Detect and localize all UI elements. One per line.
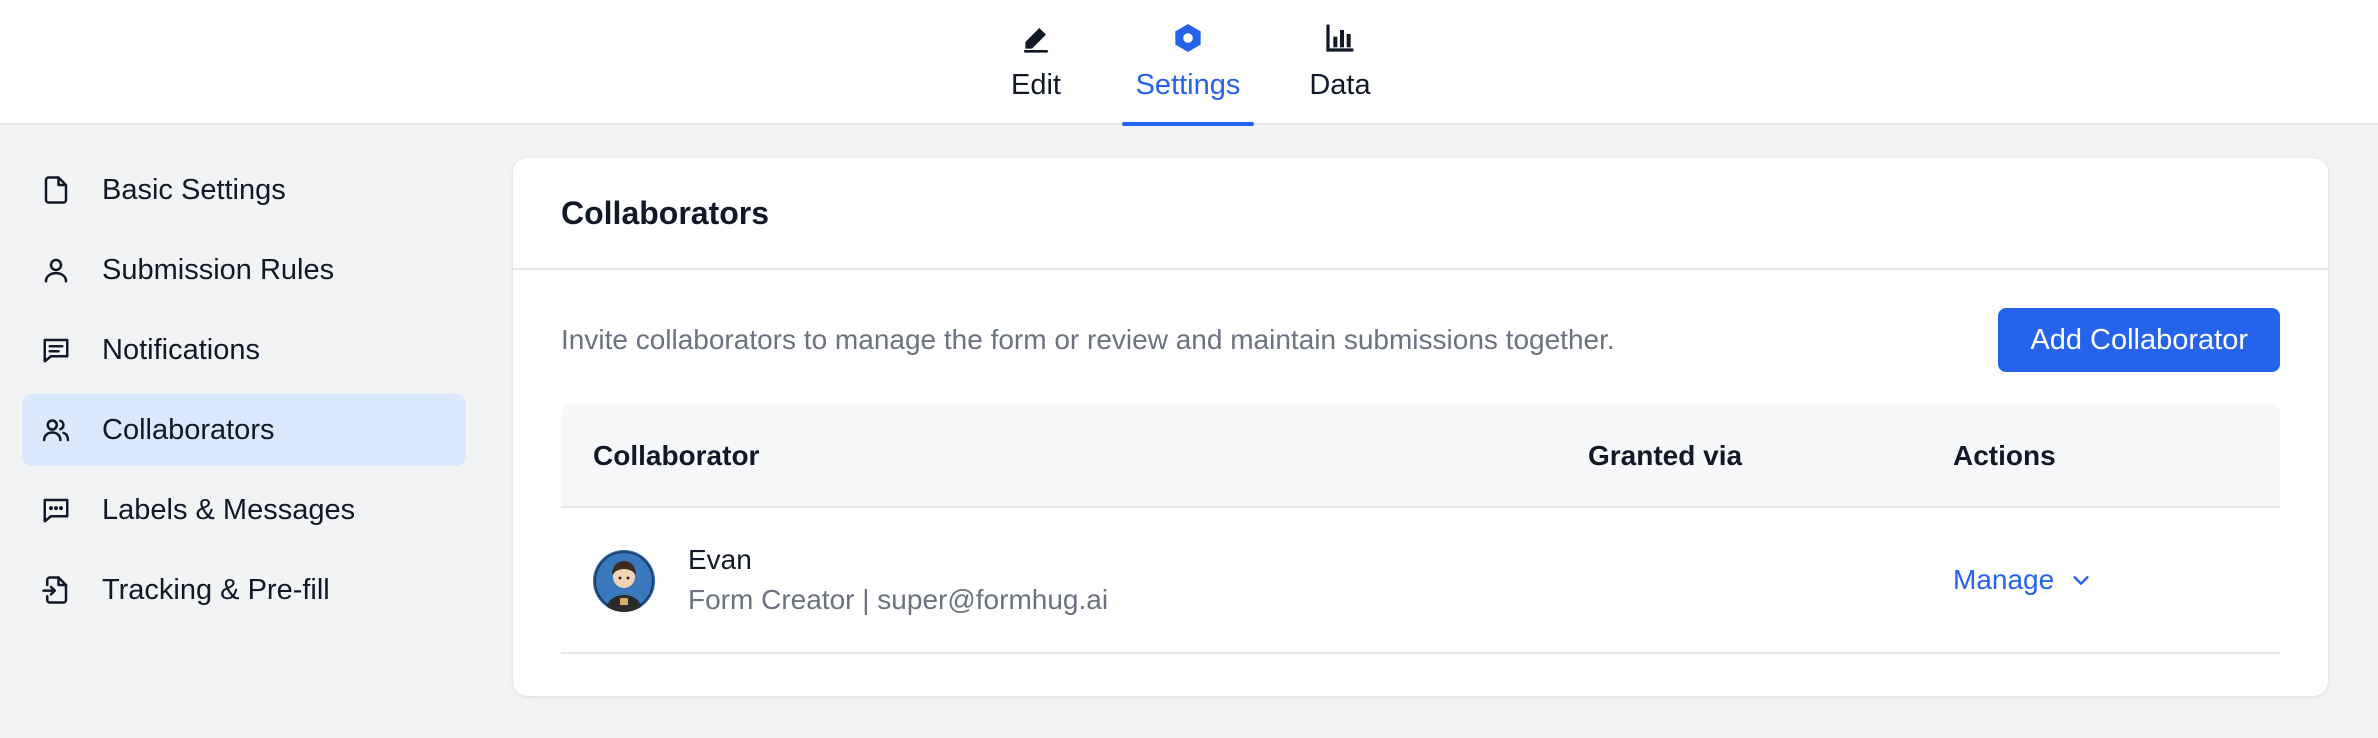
sidebar-item-label: Labels & Messages	[102, 493, 356, 526]
tab-label: Data	[1309, 69, 1371, 101]
users-icon	[38, 412, 74, 448]
sidebar-item-label: Basic Settings	[102, 173, 286, 206]
add-collaborator-button[interactable]: Add Collaborator	[1998, 308, 2280, 372]
settings-sidebar: Basic Settings Submission Rules Notifica…	[22, 154, 466, 634]
sidebar-item-notifications[interactable]: Notifications	[22, 314, 466, 386]
tab-label: Edit	[1011, 69, 1061, 101]
tab-settings[interactable]: Settings	[1112, 0, 1264, 126]
pencil-icon	[1018, 20, 1054, 56]
sidebar-item-label: Submission Rules	[102, 253, 335, 286]
manage-label: Manage	[1953, 564, 2055, 595]
manage-dropdown[interactable]: Manage	[1953, 560, 2092, 600]
message-square-icon	[38, 332, 74, 368]
sidebar-item-tracking-prefill[interactable]: Tracking & Pre-fill	[22, 554, 466, 626]
file-import-icon	[38, 572, 74, 608]
mode-tabs: Edit Settings Data	[960, 0, 1416, 126]
intro-row: Invite collaborators to manage the form …	[561, 308, 2280, 372]
sidebar-item-collaborators[interactable]: Collaborators	[22, 394, 466, 466]
user-icon	[38, 252, 74, 288]
tab-edit[interactable]: Edit	[960, 0, 1112, 125]
sidebar-item-label: Notifications	[102, 333, 260, 366]
chat-dots-icon	[38, 492, 74, 528]
card-header: Collaborators	[513, 158, 2328, 270]
top-nav-bar: Edit Settings Data	[0, 0, 2378, 126]
avatar	[593, 550, 655, 612]
column-header-actions: Actions	[1953, 440, 2056, 471]
card-title: Collaborators	[561, 194, 770, 231]
sidebar-item-labels-messages[interactable]: Labels & Messages	[22, 474, 466, 546]
intro-text: Invite collaborators to manage the form …	[561, 324, 1615, 355]
sidebar-item-submission-rules[interactable]: Submission Rules	[22, 234, 466, 306]
table-row: Evan Form Creator | super@formhug.ai Man…	[561, 508, 2280, 654]
document-icon	[38, 172, 74, 208]
table-header: Collaborator Granted via Actions	[561, 404, 2280, 508]
tab-data[interactable]: Data	[1264, 0, 1416, 125]
sidebar-item-label: Collaborators	[102, 413, 275, 446]
bar-chart-icon	[1322, 20, 1358, 56]
collaborators-card: Collaborators Invite collaborators to ma…	[513, 158, 2328, 696]
collaborators-table: Collaborator Granted via Actions Evan Fo…	[561, 404, 2280, 654]
sidebar-item-basic-settings[interactable]: Basic Settings	[22, 154, 466, 226]
column-header-granted-via: Granted via	[1588, 440, 1743, 471]
tab-label: Settings	[1135, 69, 1241, 101]
column-header-collaborator: Collaborator	[593, 440, 760, 471]
collaborator-name: Evan	[688, 544, 752, 575]
collaborator-role-email: Form Creator | super@formhug.ai	[688, 584, 1109, 615]
hexagon-gear-icon	[1170, 20, 1206, 56]
chevron-down-icon	[2070, 569, 2092, 591]
sidebar-item-label: Tracking & Pre-fill	[102, 573, 330, 606]
